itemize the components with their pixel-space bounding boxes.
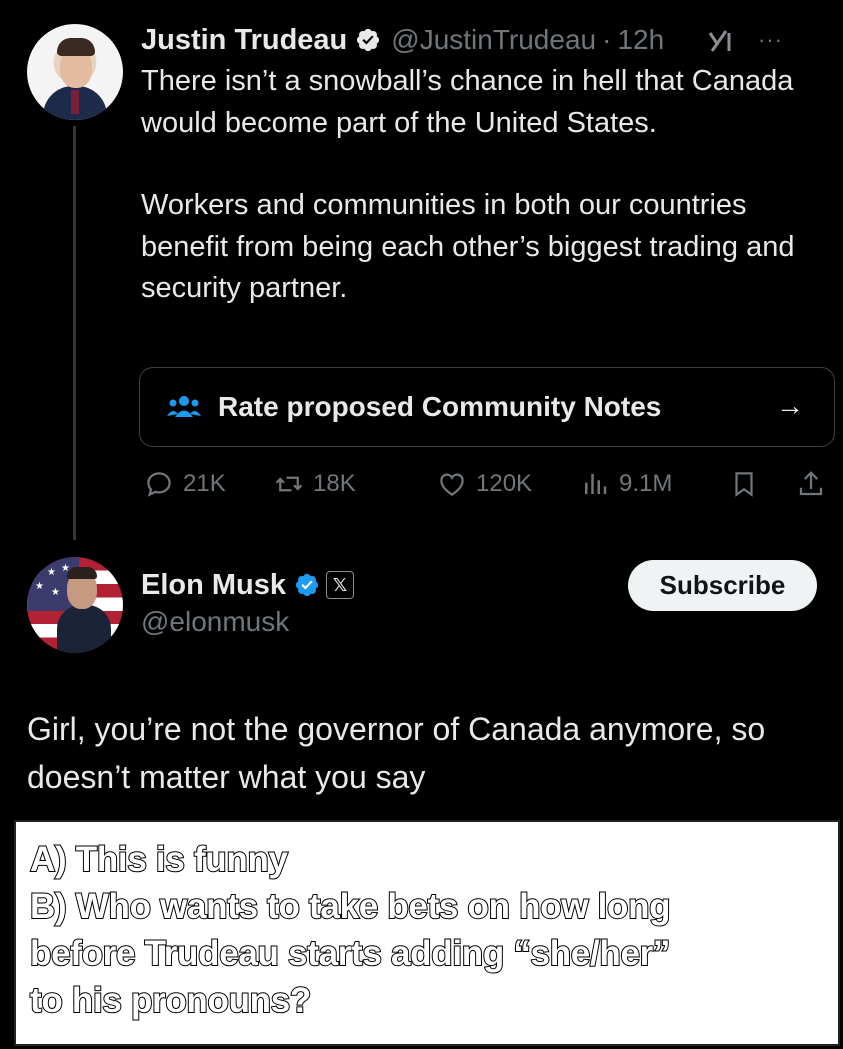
tweet-paragraph: Workers and communities in both our coun… [141,189,795,304]
subscribe-button[interactable]: Subscribe [628,560,817,611]
tweet-paragraph: There isn’t a snowball’s chance in hell … [141,65,794,139]
caption-line: A) This is funny [29,839,289,880]
like-button[interactable]: 120K [437,464,532,504]
x-affiliate-badge-icon: 𝕏 [326,571,355,599]
dot-separator: · [602,24,612,55]
grok-icon[interactable] [706,25,736,55]
reply-tweet: ★ ★ ★ ★ ★ Elon Musk 𝕏 @elonmusk Subscribe … [0,540,843,820]
share-button[interactable] [796,464,826,504]
author-name[interactable]: Justin Trudeau [141,24,347,57]
tweet-header-icons: ··· [706,22,783,58]
thread-connector-line [73,126,76,540]
community-notes-button[interactable]: Rate proposed Community Notes → [139,367,835,447]
musk-avatar[interactable]: ★ ★ ★ ★ ★ [27,557,123,653]
tweet-actions: 21K 18K 120K 9.1M [144,464,834,504]
repost-button[interactable]: 18K [274,464,356,504]
share-icon [799,471,823,496]
meme-caption-box: A) This is funny B) Who wants to take be… [14,820,840,1046]
views-count: 9.1M [619,470,673,497]
reply-body: Girl, you’re not the governor of Canada … [27,711,766,795]
caption-line: to his pronouns? [29,980,312,1021]
heart-icon [440,473,464,496]
tweet-body: There isn’t a snowball’s chance in hell … [141,61,831,351]
bookmark-button[interactable] [729,464,759,504]
repost-icon [275,476,303,492]
community-notes-label: Rate proposed Community Notes [218,391,662,422]
arrow-right-icon: → [776,390,804,421]
verified-badge-icon [355,27,381,53]
reply-count: 21K [183,470,226,497]
views-icon [585,474,607,494]
reply-icon [147,472,171,497]
author-handle[interactable]: @elonmusk [141,606,289,638]
trudeau-avatar[interactable] [27,24,123,120]
caption-line: B) Who wants to take bets on how long [29,886,672,927]
bookmark-icon [735,472,753,497]
author-name[interactable]: Elon Musk [141,569,286,602]
views-button[interactable]: 9.1M [580,464,672,504]
like-count: 120K [476,470,533,497]
original-tweet: Justin Trudeau @JustinTrudeau · 12h ··· … [0,0,843,540]
reply-button[interactable]: 21K [144,464,226,504]
verified-badge-icon [294,572,320,598]
repost-count: 18K [313,470,356,497]
more-options-icon[interactable]: ··· [758,27,783,53]
author-handle[interactable]: @JustinTrudeau [391,24,596,56]
tweet-header: Justin Trudeau @JustinTrudeau · 12h [141,22,664,58]
caption-line: before Trudeau starts adding “she/her” [29,933,671,974]
reply-header: Elon Musk 𝕏 [141,566,355,604]
tweet-time[interactable]: 12h [617,24,664,56]
people-icon [166,392,202,422]
